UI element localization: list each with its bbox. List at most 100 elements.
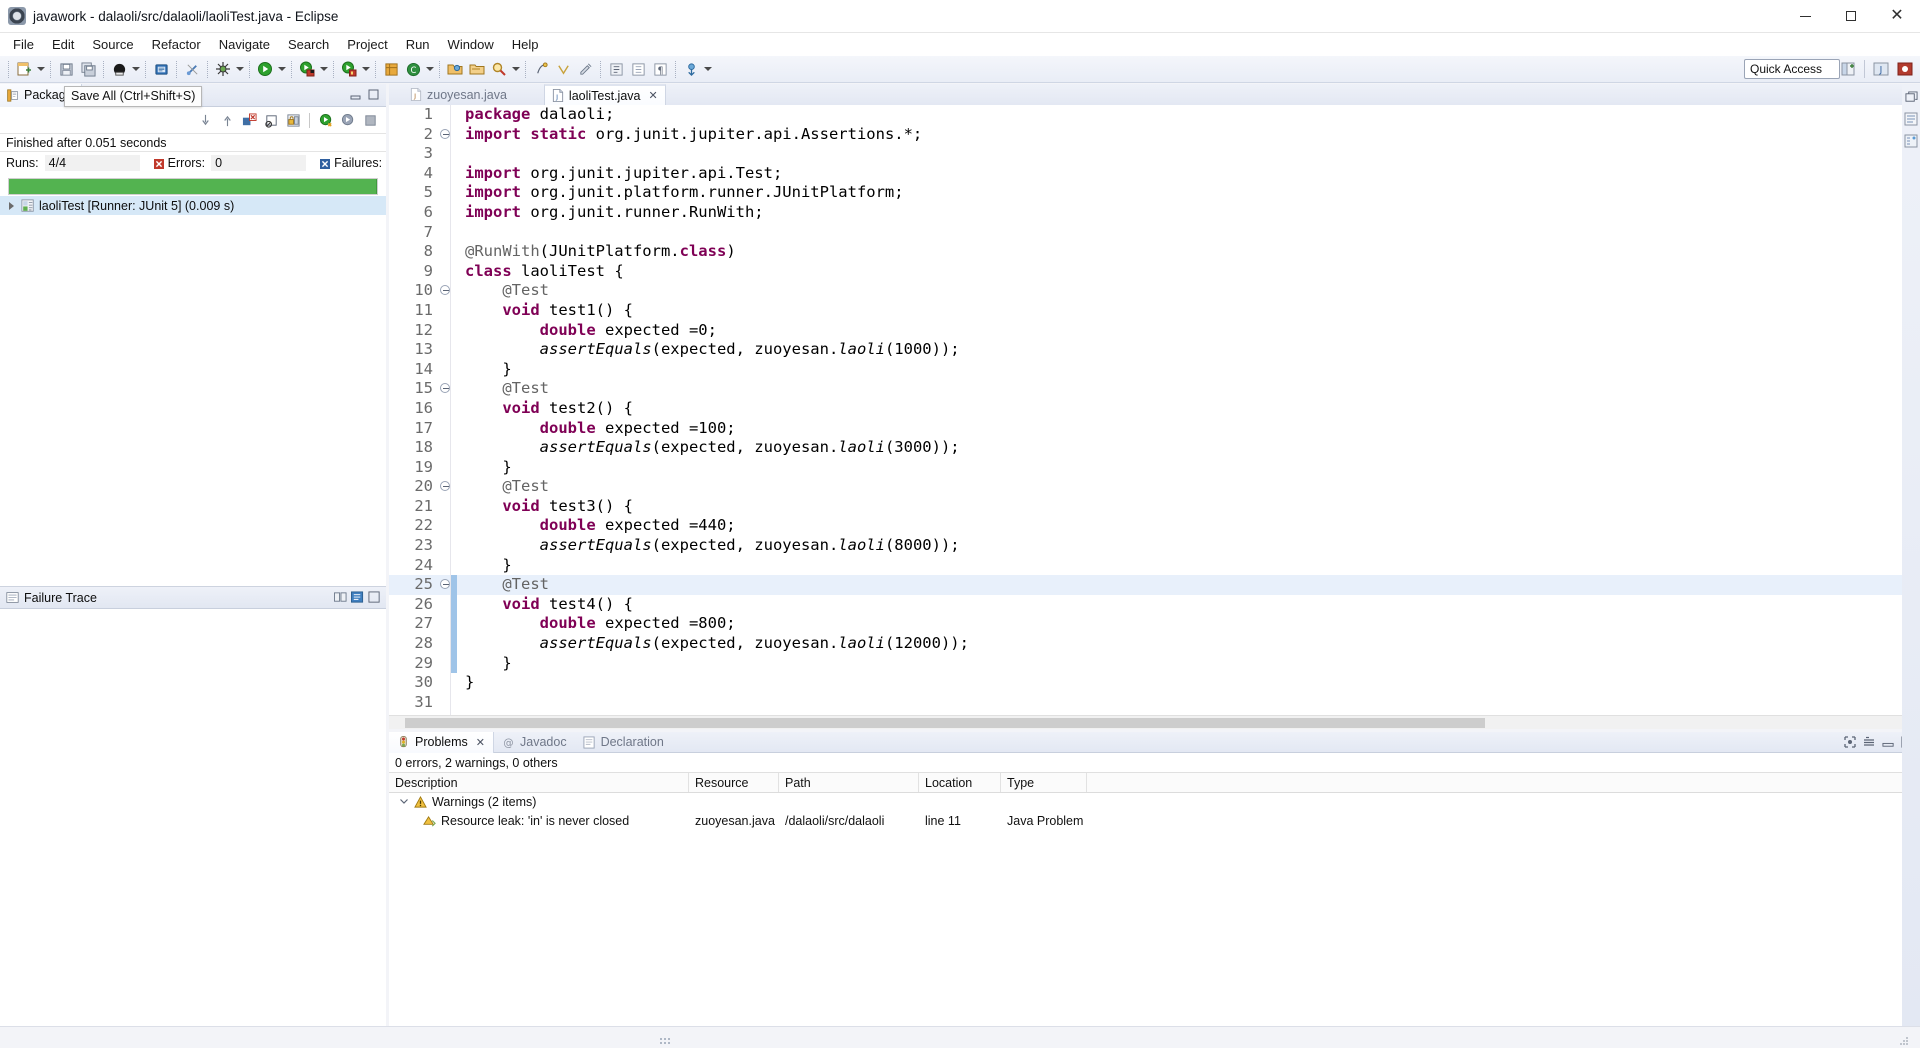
code-line[interactable]: void test2() { [457,399,1920,419]
perspective-debug-icon[interactable] [1894,58,1916,80]
code-line[interactable]: void test4() { [457,595,1920,615]
rerun-failed-icon[interactable] [338,110,358,130]
menu-refactor[interactable]: Refactor [143,35,210,55]
column-description[interactable]: Description [389,773,689,792]
perspective-java-icon[interactable]: J [1870,58,1892,80]
code-line[interactable]: package dalaoli; [457,105,1920,125]
previous-failure-icon[interactable] [217,110,237,130]
code-line[interactable]: void test3() { [457,497,1920,517]
editor-tab-laolitest[interactable]: J laoliTest.java ✕ [543,84,666,105]
breakpoint-dropdown-icon[interactable] [702,58,713,80]
code-line[interactable]: } [457,360,1920,380]
new-java-project-icon[interactable] [13,58,35,80]
code-line[interactable] [457,693,1920,713]
fold-toggle-icon[interactable] [439,477,450,497]
print-dropdown-icon[interactable] [130,58,141,80]
stop-on-error-icon[interactable] [261,110,281,130]
fold-collapse-icon[interactable] [440,579,450,590]
tab-declaration[interactable]: Declaration [575,732,672,753]
search-dropdown-icon[interactable] [510,58,521,80]
task-list-icon[interactable] [1902,132,1920,150]
maximize-view-icon[interactable] [367,88,381,102]
search-icon[interactable] [488,58,510,80]
code-line[interactable]: assertEquals(expected, zuoyesan.laoli(12… [457,634,1920,654]
code-line[interactable]: @RunWith(JUnitPlatform.class) [457,242,1920,262]
menu-window[interactable]: Window [439,35,503,55]
chevron-down-icon[interactable] [399,793,409,812]
open-type-icon[interactable] [150,58,172,80]
code-line[interactable]: assertEquals(expected, zuoyesan.laoli(80… [457,536,1920,556]
code-line[interactable]: } [457,654,1920,674]
debug-star-icon[interactable] [212,58,234,80]
run-history-dropdown-icon[interactable] [318,58,329,80]
code-line[interactable]: @Test [457,575,1920,595]
editor-hscroll-thumb[interactable] [405,718,1485,728]
code-line[interactable]: @Test [457,379,1920,399]
code-line[interactable]: @Test [457,477,1920,497]
code-line[interactable]: class laoliTest { [457,262,1920,282]
code-editor-area[interactable]: 1 2 3 4 5 6 7 8 9 10 11 12 13 14 15 16 17 18 19 20 21 22 23 24 2… [389,105,1920,715]
code-line[interactable]: assertEquals(expected, zuoyesan.laoli(10… [457,340,1920,360]
code-line[interactable] [457,223,1920,243]
menu-source[interactable]: Source [83,35,142,55]
stop-icon[interactable] [360,110,380,130]
code-line[interactable]: double expected =100; [457,419,1920,439]
column-path[interactable]: Path [779,773,919,792]
menu-navigate[interactable]: Navigate [210,35,279,55]
open-perspective-icon[interactable] [1837,58,1859,80]
focus-on-selection-icon[interactable] [1843,735,1857,749]
code-line[interactable] [457,144,1920,164]
link-icon[interactable] [181,58,203,80]
code-line[interactable]: import org.junit.runner.RunWith; [457,203,1920,223]
column-location[interactable]: Location [919,773,1001,792]
code-line[interactable]: import static org.junit.jupiter.api.Asse… [457,125,1920,145]
debug-dropdown-icon[interactable] [234,58,245,80]
print-icon[interactable] [108,58,130,80]
chevron-right-icon[interactable] [6,200,17,211]
folding-column[interactable] [439,105,451,715]
compare-results-icon[interactable] [333,591,347,605]
next-failure-icon[interactable] [195,110,215,130]
next-annotation-icon[interactable] [530,58,552,80]
column-type[interactable]: Type [1001,773,1087,792]
close-button[interactable]: ✕ [1874,0,1920,33]
code-line[interactable]: assertEquals(expected, zuoyesan.laoli(30… [457,438,1920,458]
menu-file[interactable]: File [4,35,43,55]
paragraph-icon[interactable]: ¶ [649,58,671,80]
coverage-dropdown-icon[interactable] [360,58,371,80]
maximize-button[interactable] [1828,0,1874,33]
editor-horizontal-scrollbar[interactable] [389,715,1920,729]
code-line[interactable]: } [457,458,1920,478]
toggle-breakpoint-icon[interactable] [680,58,702,80]
save-all-icon[interactable] [77,58,99,80]
forward-icon[interactable] [627,58,649,80]
save-icon[interactable] [55,58,77,80]
restore-icon[interactable] [1902,88,1920,106]
rerun-test-icon[interactable] [316,110,336,130]
code-line[interactable]: } [457,556,1920,576]
code-line[interactable]: } [457,673,1920,693]
fold-toggle-icon[interactable] [439,125,450,145]
fold-collapse-icon[interactable] [440,128,450,139]
fold-collapse-icon[interactable] [440,383,450,394]
lock-scroll-icon[interactable] [283,110,303,130]
new-package-icon[interactable] [380,58,402,80]
run-dropdown-icon[interactable] [276,58,287,80]
back-icon[interactable] [605,58,627,80]
menu-search[interactable]: Search [279,35,338,55]
code-line[interactable]: double expected =440; [457,516,1920,536]
test-tree-item[interactable]: laoliTest [Runner: JUnit 5] (0.009 s) [0,196,386,215]
code-line[interactable]: import org.junit.platform.runner.JUnitPl… [457,183,1920,203]
code-line[interactable]: import org.junit.jupiter.api.Test; [457,164,1920,184]
coverage-icon[interactable] [338,58,360,80]
resize-grip-icon[interactable] [1898,1033,1908,1045]
previous-annotation-icon[interactable] [552,58,574,80]
new-class-icon[interactable]: C [402,58,424,80]
fold-collapse-icon[interactable] [440,481,450,492]
quick-access-input[interactable]: Quick Access [1744,59,1840,79]
fold-collapse-icon[interactable] [440,285,450,296]
menu-project[interactable]: Project [338,35,396,55]
maximize-failure-trace-icon[interactable] [367,591,381,605]
open-resource-icon[interactable] [466,58,488,80]
run-history-icon[interactable] [296,58,318,80]
